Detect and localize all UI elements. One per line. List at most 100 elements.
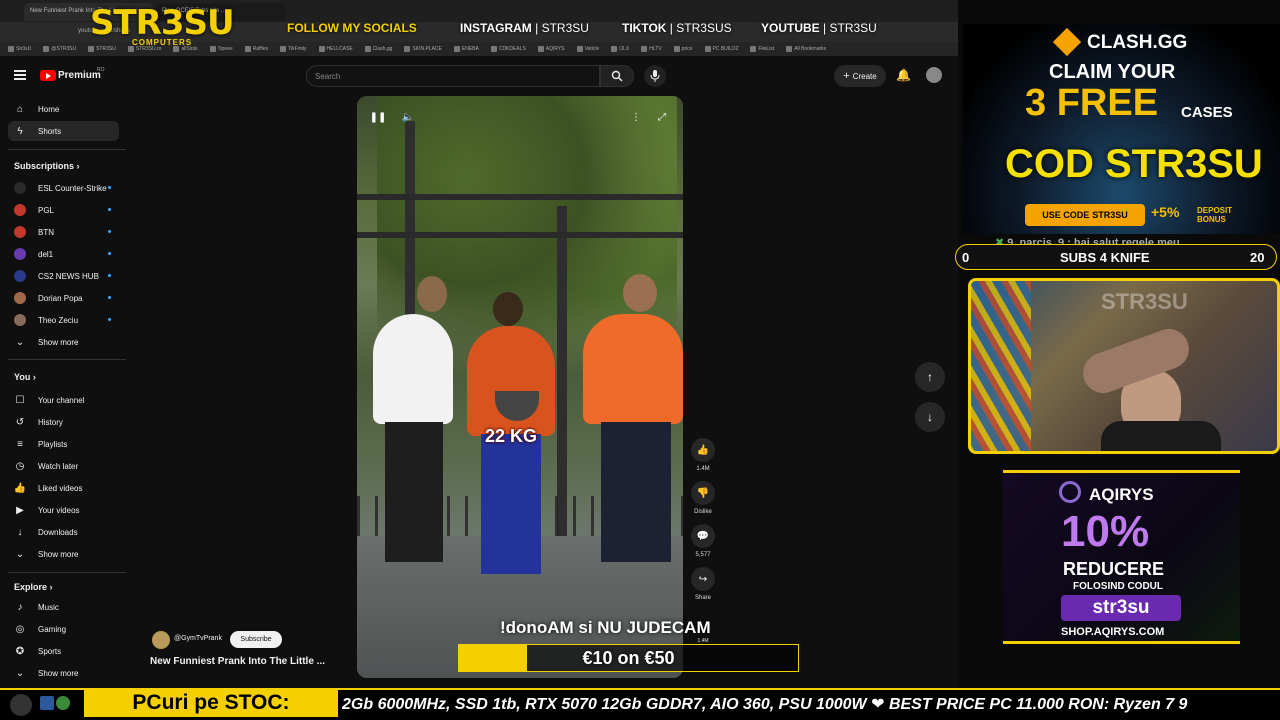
person-dark-pants bbox=[601, 422, 671, 562]
bookmark-icon bbox=[786, 46, 793, 52]
bookmark-item[interactable]: OLX bbox=[611, 45, 629, 53]
menu-icon[interactable] bbox=[14, 70, 26, 80]
person-head bbox=[493, 292, 523, 326]
comments-button[interactable]: 💬 bbox=[691, 524, 715, 548]
bookmark-item[interactable]: PC BUILD2 bbox=[704, 45, 738, 53]
taskbar-app-icon[interactable] bbox=[40, 696, 54, 710]
subs-goal-label: SUBS 4 KNIFE bbox=[1060, 250, 1150, 265]
show-more-button[interactable]: ⌄ Show more bbox=[8, 544, 119, 564]
arrow-down-icon: ↓ bbox=[927, 410, 933, 424]
bookmark-item[interactable]: CDKDEALS bbox=[490, 45, 526, 53]
sidebar-item[interactable]: ☐ Your channel bbox=[8, 390, 119, 410]
clash-cases-label: CASES bbox=[1181, 104, 1233, 121]
new-content-dot bbox=[108, 186, 111, 189]
bookmark-icon bbox=[318, 46, 325, 52]
bookmark-item[interactable]: price bbox=[673, 45, 693, 53]
short-video[interactable]: 22 KG ❚❚ 🔈 ⋮ ⤢ bbox=[357, 96, 683, 678]
comment-icon: 💬 bbox=[696, 530, 710, 542]
channel-avatar[interactable] bbox=[152, 631, 170, 649]
share-button[interactable]: ↪ bbox=[691, 567, 715, 591]
person-pants bbox=[385, 422, 443, 562]
ticker-text: 2Gb 6000MHz, SSD 1tb, RTX 5070 12Gb GDDR… bbox=[342, 696, 1188, 713]
sidebar-item[interactable]: ◎ Gaming bbox=[8, 619, 119, 639]
bookmark-item[interactable]: SKIN.PLACE bbox=[404, 45, 442, 53]
youtube-logo-text[interactable]: Premium bbox=[58, 70, 101, 81]
bookmark-item[interactable]: Clash.gg bbox=[364, 45, 392, 53]
bookmark-item[interactable]: FileList bbox=[750, 45, 774, 53]
sidebar-item[interactable]: ϟ Shorts bbox=[8, 121, 119, 141]
subscriptions-heading[interactable]: Subscriptions › bbox=[14, 161, 80, 171]
browser-taskbar-icon[interactable] bbox=[56, 696, 70, 710]
avatar[interactable] bbox=[926, 67, 942, 83]
bookmark-icon bbox=[673, 46, 680, 52]
bookmark-label: STR3SU bbox=[96, 46, 116, 52]
bookmark-item[interactable]: AQIRYS bbox=[537, 45, 565, 53]
chevron-down-icon: ⌄ bbox=[15, 548, 25, 560]
aqirys-ad: AQIRYS 10% REDUCERE FOLOSIND CODUL str3s… bbox=[1003, 470, 1240, 644]
sidebar-item-label: History bbox=[38, 417, 63, 427]
search-button[interactable] bbox=[600, 65, 634, 87]
bookmark-item[interactable]: Tipeee bbox=[209, 45, 233, 53]
sidebar-item[interactable]: ↺ History bbox=[8, 412, 119, 432]
more-options-icon[interactable]: ⋮ bbox=[627, 108, 645, 126]
subscription-label: Dorian Popa bbox=[38, 293, 83, 303]
channel-name[interactable]: @GymTvPrank bbox=[174, 635, 222, 642]
new-content-dot bbox=[108, 230, 111, 233]
sidebar-item[interactable]: ✪ Sports bbox=[8, 641, 119, 661]
shorts-icon: ϟ bbox=[17, 125, 23, 137]
sidebar-item[interactable]: ↓ Downloads bbox=[8, 522, 119, 542]
bookmark-item[interactable]: HELLCASE bbox=[318, 45, 353, 53]
explore-heading[interactable]: Explore › bbox=[14, 582, 53, 592]
sidebar-item[interactable]: ≡ Playlists bbox=[8, 434, 119, 454]
subscription-item[interactable]: PGL bbox=[8, 200, 119, 220]
short-title[interactable]: New Funniest Prank Into The Little ... bbox=[150, 656, 325, 667]
region-badge: RO bbox=[97, 67, 105, 73]
previous-short-button[interactable]: ↑ bbox=[915, 362, 945, 392]
sidebar-item[interactable]: ⌂ Home bbox=[8, 99, 119, 119]
search-input[interactable]: Search bbox=[306, 65, 600, 87]
sidebar-item[interactable]: 👍 Liked videos bbox=[8, 478, 119, 498]
show-more-button[interactable]: ⌄ Show more bbox=[8, 332, 119, 352]
you-heading[interactable]: You › bbox=[14, 372, 36, 382]
voice-search-button[interactable] bbox=[644, 65, 666, 87]
subscription-item[interactable]: BTN bbox=[8, 222, 119, 242]
bookmark-item[interactable]: All Bookmarks bbox=[786, 45, 826, 53]
bookmark-item[interactable]: @STR3SU bbox=[43, 45, 76, 53]
youtube-logo-icon[interactable] bbox=[40, 70, 56, 81]
sidebar-item[interactable]: ▶ Your videos bbox=[8, 500, 119, 520]
create-button[interactable]: + Create bbox=[834, 65, 886, 87]
sidebar-item[interactable]: ◷ Watch later bbox=[8, 456, 119, 476]
bookmark-item[interactable]: STR3SU bbox=[88, 45, 116, 53]
like-button[interactable]: 👍 bbox=[691, 438, 715, 462]
bookmark-item[interactable]: Str3sU bbox=[8, 45, 31, 53]
fullscreen-icon[interactable]: ⤢ bbox=[653, 108, 671, 126]
bookmark-icon bbox=[244, 46, 251, 52]
volume-icon[interactable]: 🔈 bbox=[399, 108, 417, 126]
subscription-item[interactable]: del1 bbox=[8, 244, 119, 264]
channel-avatar bbox=[14, 182, 26, 194]
subscription-item[interactable]: CS2 NEWS HUB bbox=[8, 266, 119, 286]
bookmark-item[interactable]: HLTV bbox=[641, 45, 662, 53]
show-more-button[interactable]: ⌄ Show more bbox=[8, 663, 119, 683]
streamer-body bbox=[1101, 421, 1221, 451]
sidebar-item[interactable]: ♪ Music bbox=[8, 597, 119, 617]
bookmark-item[interactable]: Raffles bbox=[244, 45, 268, 53]
subscription-item[interactable]: Dorian Popa bbox=[8, 288, 119, 308]
bookmark-item[interactable]: Vaticle bbox=[576, 45, 599, 53]
notifications-bell-icon[interactable]: 🔔 bbox=[896, 68, 911, 82]
bookmark-item[interactable]: TikFinity bbox=[280, 45, 307, 53]
channel-avatar bbox=[14, 204, 26, 216]
pause-icon[interactable]: ❚❚ bbox=[369, 108, 387, 126]
start-icon[interactable] bbox=[10, 694, 32, 716]
aqirys-brand: AQIRYS bbox=[1089, 485, 1154, 504]
bookmark-item[interactable]: ENEBA bbox=[453, 45, 479, 53]
bookmark-label: Tipeee bbox=[217, 46, 233, 52]
subscription-item[interactable]: Theo Zeciu bbox=[8, 310, 119, 330]
bookmark-label: HELLCASE bbox=[326, 46, 353, 52]
ticker-label: PCuri pe STOC: bbox=[84, 689, 338, 717]
subscription-item[interactable]: ESL Counter-Strike bbox=[8, 178, 119, 198]
next-short-button[interactable]: ↓ bbox=[915, 402, 945, 432]
bookmark-icon bbox=[641, 46, 648, 52]
subscribe-button[interactable]: Subscribe bbox=[230, 631, 282, 648]
dislike-button[interactable]: 👎 bbox=[691, 481, 715, 505]
